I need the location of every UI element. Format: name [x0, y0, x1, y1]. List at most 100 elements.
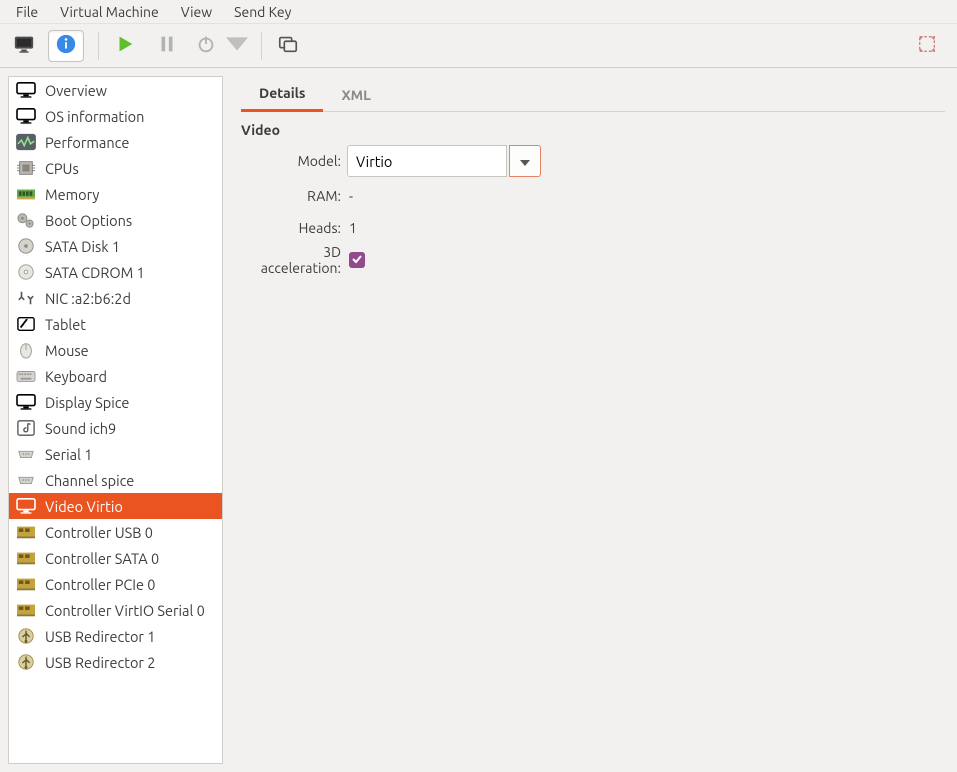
- sidebar-item-video-virtio[interactable]: Video Virtio: [9, 493, 222, 519]
- snapshots-button[interactable]: [270, 30, 306, 62]
- sidebar-item-label: Display Spice: [45, 394, 129, 411]
- menu-virtual-machine[interactable]: Virtual Machine: [50, 2, 169, 22]
- sidebar-item-label: Memory: [45, 186, 99, 203]
- sidebar-item-mouse[interactable]: Mouse: [9, 337, 222, 363]
- sidebar-item-label: Sound ich9: [45, 420, 116, 437]
- sidebar-item-label: Serial 1: [45, 446, 92, 463]
- port-icon: [15, 470, 37, 490]
- menubar: File Virtual Machine View Send Key: [0, 0, 957, 24]
- toolbar: [0, 24, 957, 68]
- sidebar-item-label: Performance: [45, 134, 129, 151]
- sidebar-item-label: Controller PCIe 0: [45, 576, 156, 593]
- pause-icon: [156, 33, 178, 58]
- section-title-video: Video: [241, 122, 945, 138]
- sidebar-item-controller-virtio-serial-0[interactable]: Controller VirtIO Serial 0: [9, 597, 222, 623]
- label-model: Model:: [241, 153, 347, 169]
- run-button[interactable]: [107, 30, 143, 62]
- tablet-icon: [15, 314, 37, 334]
- label-ram: RAM:: [241, 188, 347, 204]
- sidebar-item-label: Overview: [45, 82, 107, 99]
- gears-icon: [15, 210, 37, 230]
- tab-xml[interactable]: XML: [323, 79, 388, 111]
- sidebar-item-sata-disk-1[interactable]: SATA Disk 1: [9, 233, 222, 259]
- sidebar-item-overview[interactable]: Overview: [9, 77, 222, 103]
- tab-details[interactable]: Details: [241, 77, 323, 112]
- sidebar-item-label: NIC :a2:b6:2d: [45, 290, 131, 307]
- model-combo[interactable]: [347, 145, 541, 177]
- shutdown-menu-button[interactable]: [227, 30, 247, 62]
- menu-file[interactable]: File: [6, 2, 48, 22]
- sidebar-item-label: Boot Options: [45, 212, 132, 229]
- sidebar-item-controller-pcie-0[interactable]: Controller PCIe 0: [9, 571, 222, 597]
- sidebar-item-cpus[interactable]: CPUs: [9, 155, 222, 181]
- monitor-icon: [15, 496, 37, 516]
- sidebar-item-sata-cdrom-1[interactable]: SATA CDROM 1: [9, 259, 222, 285]
- sidebar-item-label: Controller SATA 0: [45, 550, 159, 567]
- value-heads: 1: [347, 220, 357, 236]
- sidebar-item-label: Controller USB 0: [45, 524, 153, 541]
- sidebar-item-tablet[interactable]: Tablet: [9, 311, 222, 337]
- keyboard-icon: [15, 366, 37, 386]
- sidebar-item-controller-sata-0[interactable]: Controller SATA 0: [9, 545, 222, 571]
- sidebar-item-label: SATA Disk 1: [45, 238, 120, 255]
- controller-card-icon: [15, 548, 37, 568]
- sidebar-item-label: Mouse: [45, 342, 89, 359]
- label-heads: Heads:: [241, 220, 347, 236]
- pause-button[interactable]: [149, 30, 185, 62]
- sidebar-item-os-information[interactable]: OS information: [9, 103, 222, 129]
- memory-icon: [15, 184, 37, 204]
- sidebar-item-usb-redirector-1[interactable]: USB Redirector 1: [9, 623, 222, 649]
- sidebar-item-memory[interactable]: Memory: [9, 181, 222, 207]
- sidebar-item-channel-spice[interactable]: Channel spice: [9, 467, 222, 493]
- model-dropdown-button[interactable]: [509, 145, 541, 177]
- shutdown-button[interactable]: [191, 30, 221, 62]
- sidebar-item-label: USB Redirector 2: [45, 654, 155, 671]
- controller-card-icon: [15, 600, 37, 620]
- checkbox-3d-acceleration[interactable]: [349, 252, 365, 268]
- label-3d-acceleration: 3D acceleration:: [241, 244, 347, 276]
- power-icon: [195, 33, 217, 58]
- sidebar-item-label: Channel spice: [45, 472, 134, 489]
- main: Overview OS information Performance CPUs…: [0, 68, 957, 772]
- chevron-down-icon: [226, 33, 248, 58]
- sidebar-item-label: Controller VirtIO Serial 0: [45, 602, 205, 619]
- tab-bar: Details XML: [241, 78, 945, 112]
- sidebar-item-controller-usb-0[interactable]: Controller USB 0: [9, 519, 222, 545]
- snapshots-icon: [277, 33, 299, 58]
- activity-icon: [15, 132, 37, 152]
- model-input[interactable]: [347, 145, 507, 177]
- sidebar-item-serial-1[interactable]: Serial 1: [9, 441, 222, 467]
- disk-icon: [15, 236, 37, 256]
- menu-view[interactable]: View: [171, 2, 222, 22]
- mouse-icon: [15, 340, 37, 360]
- monitor-icon: [15, 392, 37, 412]
- check-icon: [351, 252, 363, 268]
- sidebar-item-label: Keyboard: [45, 368, 107, 385]
- sidebar-item-performance[interactable]: Performance: [9, 129, 222, 155]
- hardware-sidebar[interactable]: Overview OS information Performance CPUs…: [8, 76, 223, 764]
- port-icon: [15, 444, 37, 464]
- menu-send-key[interactable]: Send Key: [224, 2, 301, 22]
- sidebar-item-label: Tablet: [45, 316, 86, 333]
- sidebar-item-boot-options[interactable]: Boot Options: [9, 207, 222, 233]
- fullscreen-button[interactable]: [909, 30, 945, 62]
- sidebar-item-display-spice[interactable]: Display Spice: [9, 389, 222, 415]
- console-button[interactable]: [6, 30, 42, 62]
- sidebar-item-usb-redirector-2[interactable]: USB Redirector 2: [9, 649, 222, 675]
- monitor-icon: [15, 80, 37, 100]
- sidebar-item-sound-ich9[interactable]: Sound ich9: [9, 415, 222, 441]
- video-section: Video Model: RAM: - Heads: 1 3D acc: [241, 112, 945, 274]
- cpu-icon: [15, 158, 37, 178]
- sidebar-item-label: Video Virtio: [45, 498, 123, 515]
- sidebar-item-label: CPUs: [45, 160, 79, 177]
- sidebar-item-keyboard[interactable]: Keyboard: [9, 363, 222, 389]
- sidebar-item-label: OS information: [45, 108, 144, 125]
- chevron-down-icon: [520, 153, 530, 169]
- sidebar-item-label: SATA CDROM 1: [45, 264, 145, 281]
- sidebar-item-nic[interactable]: NIC :a2:b6:2d: [9, 285, 222, 311]
- monitor-icon: [15, 106, 37, 126]
- fullscreen-icon: [916, 33, 938, 58]
- usb-icon: [15, 652, 37, 672]
- details-button[interactable]: [48, 30, 84, 62]
- sidebar-item-label: USB Redirector 1: [45, 628, 155, 645]
